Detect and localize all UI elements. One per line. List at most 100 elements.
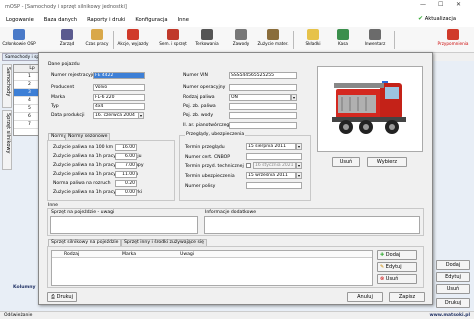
operational-number-input[interactable]: [229, 84, 297, 91]
brand-input[interactable]: FL-6 220: [93, 94, 145, 101]
toolbar: Członkowie OSP Zarząd Czas pracy Akcje, …: [0, 27, 474, 53]
foam-input[interactable]: [229, 122, 297, 129]
training-icon: [201, 29, 213, 40]
remove-photo-button[interactable]: Usuń: [332, 157, 360, 167]
toolbar-cash-button[interactable]: Kasa: [326, 29, 360, 51]
main-delete-button[interactable]: Usuń: [436, 284, 470, 294]
toolbar-members-button[interactable]: Członkowie OSP: [2, 29, 36, 51]
toolbar-board-button[interactable]: Zarząd: [50, 29, 84, 51]
menu-baza-danych[interactable]: Baza danych: [44, 17, 77, 23]
registration-input[interactable]: FE 4422: [93, 72, 145, 79]
add-equipment-button[interactable]: ✚ Dodaj: [377, 250, 417, 260]
delete-equipment-button[interactable]: ⊗ Usuń: [377, 274, 417, 284]
date-picker-button[interactable]: ▾: [296, 162, 302, 169]
choose-photo-button[interactable]: Wybierz: [367, 157, 407, 167]
technical-fitness-checkbox[interactable]: [246, 163, 251, 168]
print-button[interactable]: ⎙ Drukuj: [47, 292, 77, 302]
norm-input[interactable]: 11.00: [115, 171, 137, 178]
menu-raporty[interactable]: Raporty i druki: [87, 17, 125, 23]
bell-icon: [447, 29, 459, 40]
menu-logowanie[interactable]: Logowanie: [6, 17, 34, 23]
status-link[interactable]: www.matsoki.pl: [429, 313, 470, 318]
fuel-tank-input[interactable]: [229, 103, 297, 110]
norm-label: Norma paliwa na rozruch: [53, 181, 111, 186]
main-add-button[interactable]: Dodaj: [436, 260, 470, 270]
cnbop-input[interactable]: [246, 153, 302, 160]
water-tank-input[interactable]: [229, 112, 297, 119]
date-picker-button[interactable]: ▾: [296, 143, 302, 150]
toolbar-materials-button[interactable]: Zużycie mater.: [256, 29, 290, 51]
water-tank-label: Poj. zb. wody: [183, 113, 214, 118]
menu-bar: Logowanie Baza danych Raporty i druki Ko…: [0, 13, 474, 27]
vehicle-data-title: Dane pojazdu: [48, 62, 80, 67]
norm-input[interactable]: 16.00: [115, 144, 137, 151]
maximize-icon[interactable]: ☐: [438, 1, 443, 8]
toolbar-fees-button[interactable]: Składki: [296, 29, 330, 51]
toolbar-reminders-button[interactable]: Przypomnienia: [436, 29, 470, 51]
type-input[interactable]: 4x4: [93, 103, 145, 110]
cash-icon: [337, 29, 349, 40]
norm-input[interactable]: 6.00: [115, 153, 137, 160]
cnbop-label: Numer cert. CNBOP: [185, 155, 231, 160]
technical-fitness-input[interactable]: 16 stycznia 2021: [253, 162, 296, 169]
edit-equipment-button[interactable]: ✎ Edytuj: [377, 262, 417, 272]
members-icon: [13, 29, 25, 40]
save-button[interactable]: Zapisz: [389, 292, 425, 302]
main-edit-button[interactable]: Edytuj: [436, 272, 470, 282]
fire-truck-image: [332, 81, 406, 134]
menu-inne[interactable]: Inne: [178, 17, 189, 23]
column-type: Rodzaj: [64, 252, 80, 257]
production-date-input[interactable]: 16. czerwca 2004: [93, 112, 139, 119]
columns-label: Kolumny: [13, 285, 36, 290]
close-icon[interactable]: ✕: [456, 1, 461, 8]
norm-input[interactable]: 7.00: [115, 162, 137, 169]
main-print-button[interactable]: Drukuj: [436, 298, 470, 308]
vehicle-dialog: Dane pojazdu Numer rejestracyjny FE 4422…: [38, 52, 433, 305]
contests-icon: [235, 29, 247, 40]
side-tab-vehicles[interactable]: Samochody: [2, 64, 12, 108]
fees-icon: [307, 29, 319, 40]
norm-input[interactable]: 0.20: [115, 180, 137, 187]
side-tab-engine-equipment[interactable]: Sprzęt silnikowy: [2, 110, 12, 170]
toolbar-equipment-button[interactable]: Sem. i sprzęt: [156, 29, 190, 51]
toolbar-worktime-button[interactable]: Czas pracy: [80, 29, 114, 51]
toolbar-actions-button[interactable]: Akcje, wyjazdy: [116, 29, 150, 51]
minimize-icon[interactable]: —: [420, 1, 426, 8]
producer-label: Producent: [51, 85, 75, 90]
equipment-notes-textarea[interactable]: [50, 216, 198, 234]
operational-number-label: Numer operacyjny: [183, 85, 226, 90]
pencil-icon: ✎: [380, 264, 385, 270]
inventory-icon: [369, 29, 381, 40]
technical-fitness-label: Termin przyd. technicznej: [185, 164, 244, 169]
extra-info-textarea[interactable]: [204, 216, 420, 234]
norm-input[interactable]: 0.00: [115, 189, 137, 196]
fuel-type-select[interactable]: ON: [229, 94, 291, 101]
fuel-type-label: Rodzaj paliwa: [183, 95, 215, 100]
inspection-date-input[interactable]: 15 sierpnia 2011: [246, 143, 296, 150]
date-picker-button[interactable]: ▾: [138, 112, 144, 119]
vin-input[interactable]: SSS544565525255: [229, 72, 297, 79]
equipment-table[interactable]: Rodzaj Marka Uwagi: [51, 250, 373, 286]
cancel-button[interactable]: Anuluj: [347, 292, 383, 302]
equipment-notes-label: Sprzęt na pojeździe - uwagi: [51, 210, 115, 215]
update-link[interactable]: ✔ Aktualizacja: [418, 15, 456, 22]
producer-input[interactable]: Volvo: [93, 84, 145, 91]
plus-icon: ✚: [380, 252, 385, 258]
chevron-down-icon[interactable]: ▾: [291, 94, 297, 101]
fire-icon: [127, 29, 139, 40]
toolbar-inventory-button[interactable]: Inwentarz: [358, 29, 392, 51]
extra-info-label: Informacje dodatkowe: [205, 210, 257, 215]
board-icon: [61, 29, 73, 40]
policy-number-input[interactable]: [246, 182, 302, 189]
insurance-date-input[interactable]: 15 września 2011: [246, 172, 296, 179]
registration-label: Numer rejestracyjny: [51, 73, 98, 78]
toolbar-separator: [113, 31, 114, 49]
date-picker-button[interactable]: ▾: [296, 172, 302, 179]
policy-number-label: Numer polisy: [185, 184, 216, 189]
toolbar-contests-button[interactable]: Zawody: [224, 29, 258, 51]
menu-konfiguracja[interactable]: Konfiguracja: [135, 17, 167, 23]
toolbar-separator: [293, 31, 294, 49]
inspections-title: Przeglądy, ubezpieczenia: [185, 132, 246, 137]
update-icon: ✔: [418, 15, 424, 22]
toolbar-training-button[interactable]: Terkowania: [190, 29, 224, 51]
